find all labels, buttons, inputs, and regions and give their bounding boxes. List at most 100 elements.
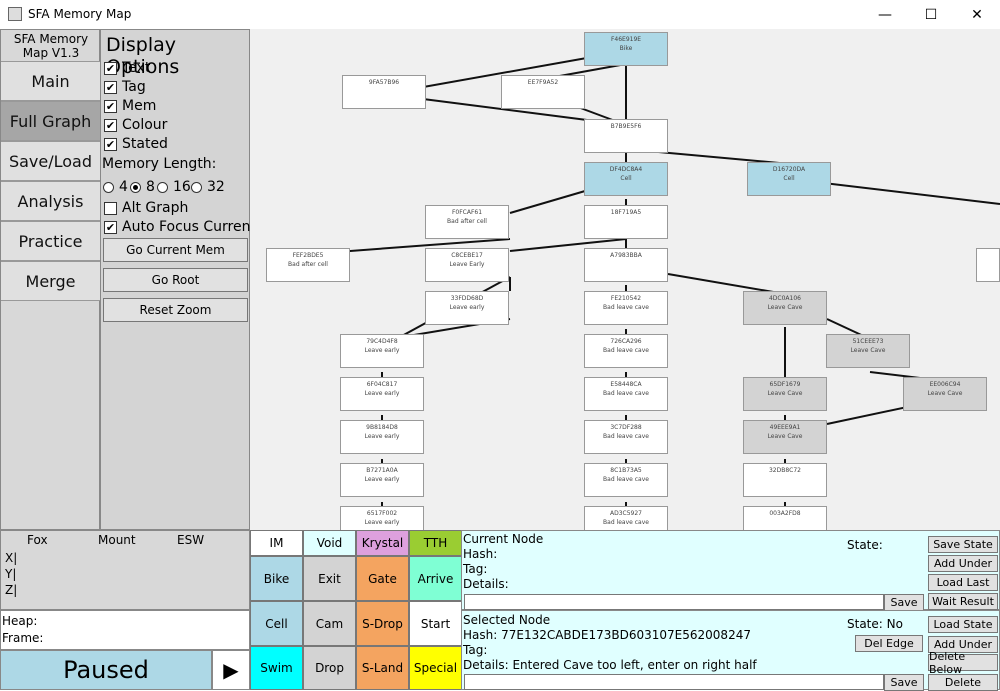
paused-status[interactable]: Paused <box>0 650 212 690</box>
tag-im-button[interactable]: IM <box>250 530 303 556</box>
add-under-button[interactable]: Add Under <box>928 555 998 572</box>
graph-node[interactable]: EE006C94 Leave Cave <box>903 377 987 411</box>
graph-node[interactable]: FE210542 Bad leave cave <box>584 291 668 325</box>
graph-node[interactable]: B7271A0A Leave early <box>340 463 424 497</box>
node-hash: 6F04C817 <box>366 381 398 388</box>
graph-node[interactable]: 003A2FD8 <box>743 506 827 530</box>
graph-node[interactable]: 6F04C817 Leave early <box>340 377 424 411</box>
tag-drop-button[interactable]: Drop <box>303 646 356 690</box>
sidebar-item-analysis[interactable]: Analysis <box>1 181 100 221</box>
auto-focus-checkbox[interactable]: ✔ <box>104 221 117 234</box>
selected-node-tag: Tag: <box>463 643 488 657</box>
graph-node[interactable]: 65DF1679 Leave Cave <box>743 377 827 411</box>
tag-start-button[interactable]: Start <box>409 601 462 646</box>
graph-node[interactable]: 9FA57B96 <box>342 75 426 109</box>
maximize-icon[interactable]: ☐ <box>908 0 954 29</box>
graph-node[interactable]: A7983BBA <box>584 248 668 282</box>
graph-node[interactable]: 8C1B73A5 Bad leave cave <box>584 463 668 497</box>
stated-checkbox[interactable]: ✔ <box>104 138 117 151</box>
graph-node[interactable]: 49EEE9A1 Leave Cave <box>743 420 827 454</box>
memory-32-radio[interactable] <box>191 182 202 193</box>
node-tag: Bad leave cave <box>603 476 649 483</box>
graph-node[interactable]: 18F719A5 <box>584 205 668 239</box>
graph-node[interactable]: E58448CA Bad leave cave <box>584 377 668 411</box>
graph-node[interactable]: B7B9E5F6 <box>584 119 668 153</box>
memory-16-radio[interactable] <box>157 182 168 193</box>
memory-graph-canvas[interactable]: F46E919E Bike 9FA57B96 EE7F9A52 B7B9E5F6 … <box>250 29 1000 530</box>
graph-node[interactable]: 33FDD68D Leave early <box>425 291 509 325</box>
graph-node[interactable]: 79C4D4F8 Leave early <box>340 334 424 368</box>
memory-8-label: 8 <box>146 179 155 195</box>
wait-result-button[interactable]: Wait Result <box>928 593 998 610</box>
current-details-input[interactable] <box>464 594 884 610</box>
node-tag: Leave Cave <box>767 390 803 397</box>
tag-button-grid: IM Void Krystal TTH Bike Exit Gate Arriv… <box>250 530 462 690</box>
graph-node[interactable]: F46E919E Bike <box>584 32 668 66</box>
tag-bike-button[interactable]: Bike <box>250 556 303 601</box>
node-tag: Cell <box>620 175 632 182</box>
graph-node[interactable] <box>976 248 1000 282</box>
selected-node-title: Selected Node <box>463 613 551 627</box>
tag-checkbox[interactable]: ✔ <box>104 81 117 94</box>
memory-4-radio[interactable] <box>103 182 114 193</box>
current-save-button[interactable]: Save <box>884 594 924 611</box>
selected-save-button[interactable]: Save <box>884 674 924 691</box>
reset-zoom-button[interactable]: Reset Zoom <box>103 298 248 322</box>
minimize-icon[interactable]: — <box>862 0 908 29</box>
sidebar-item-main[interactable]: Main <box>1 61 100 101</box>
tag-krystal-button[interactable]: Krystal <box>356 530 409 556</box>
mem-checkbox[interactable]: ✔ <box>104 100 117 113</box>
sidebar-item-practice[interactable]: Practice <box>1 221 100 261</box>
tag-s-drop-button[interactable]: S-Drop <box>356 601 409 646</box>
delete-button[interactable]: Delete <box>928 674 998 691</box>
tag-exit-button[interactable]: Exit <box>303 556 356 601</box>
graph-node[interactable]: 3C7DF288 Bad leave cave <box>584 420 668 454</box>
tag-gate-button[interactable]: Gate <box>356 556 409 601</box>
graph-node[interactable]: 6517F002 Leave early <box>340 506 424 530</box>
delete-below-button[interactable]: Delete Below <box>928 650 998 676</box>
tag-cam-button[interactable]: Cam <box>303 601 356 646</box>
close-icon[interactable]: ✕ <box>954 0 1000 29</box>
go-root-button[interactable]: Go Root <box>103 268 248 292</box>
tag-void-button[interactable]: Void <box>303 530 356 556</box>
graph-node[interactable]: D16720DA Cell <box>747 162 831 196</box>
sidebar-item-save-load[interactable]: Save/Load <box>1 141 100 181</box>
text-checkbox[interactable]: ✔ <box>104 62 117 75</box>
tag-swim-button[interactable]: Swim <box>250 646 303 690</box>
del-edge-button[interactable]: Del Edge <box>855 635 923 652</box>
graph-node[interactable]: 4DC0A106 Leave Cave <box>743 291 827 325</box>
graph-node[interactable]: AD3C5927 Bad leave cave <box>584 506 668 530</box>
alt-graph-checkbox[interactable] <box>104 202 117 215</box>
colour-checkbox[interactable]: ✔ <box>104 119 117 132</box>
tag-arrive-button[interactable]: Arrive <box>409 556 462 601</box>
graph-node[interactable]: F0FCAF61 Bad after cell <box>425 205 509 239</box>
graph-node[interactable]: 9B8184D8 Leave early <box>340 420 424 454</box>
load-state-button[interactable]: Load State <box>928 616 998 633</box>
selected-node-state: State: No <box>847 617 903 631</box>
graph-node[interactable]: 32DB8C72 <box>743 463 827 497</box>
tag-special-button[interactable]: Special <box>409 646 462 690</box>
sidebar-item-merge[interactable]: Merge <box>1 261 100 301</box>
go-current-mem-button[interactable]: Go Current Mem <box>103 238 248 262</box>
tag-cell-button[interactable]: Cell <box>250 601 303 646</box>
graph-node[interactable]: 726CA296 Bad leave cave <box>584 334 668 368</box>
memory-8-radio[interactable] <box>130 182 141 193</box>
node-hash: 4DC0A106 <box>768 295 801 302</box>
load-last-button[interactable]: Load Last <box>928 574 998 591</box>
save-state-button[interactable]: Save State <box>928 536 998 553</box>
node-hash: 9B8184D8 <box>366 424 398 431</box>
node-tag: Bad leave cave <box>603 433 649 440</box>
title-bar: SFA Memory Map — ☐ ✕ <box>0 0 1000 29</box>
tag-tth-button[interactable]: TTH <box>409 530 462 556</box>
graph-node[interactable]: C8CEBE17 Leave Early <box>425 248 509 282</box>
current-node-details: Details: <box>463 577 509 591</box>
graph-node[interactable]: FEF2BDE5 Bad after cell <box>266 248 350 282</box>
graph-node[interactable]: EE7F9A52 <box>501 75 585 109</box>
play-icon[interactable]: ▶ <box>212 650 250 690</box>
tag-s-land-button[interactable]: S-Land <box>356 646 409 690</box>
frame-label: Frame: <box>2 631 44 645</box>
sidebar-item-full-graph[interactable]: Full Graph <box>1 101 100 141</box>
graph-node[interactable]: 51CEEE73 Leave Cave <box>826 334 910 368</box>
graph-node[interactable]: DF4DC8A4 Cell <box>584 162 668 196</box>
selected-details-input[interactable] <box>464 674 884 690</box>
